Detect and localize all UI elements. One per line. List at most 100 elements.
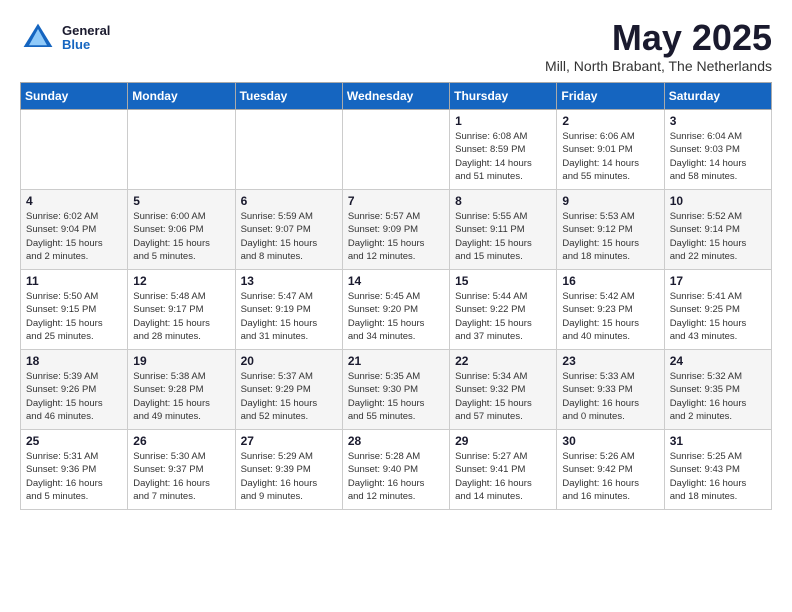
table-row: 2 Sunrise: 6:06 AMSunset: 9:01 PMDaylight… bbox=[557, 110, 664, 190]
table-row: 19 Sunrise: 5:38 AMSunset: 9:28 PMDayligh… bbox=[128, 350, 235, 430]
day-number: 3 bbox=[670, 114, 766, 128]
table-row: 15 Sunrise: 5:44 AMSunset: 9:22 PMDayligh… bbox=[450, 270, 557, 350]
table-row: 13Sunrise: 5:47 AMSunset: 9:19 PMDayligh… bbox=[235, 270, 342, 350]
day-info: Sunrise: 5:27 AMSunset: 9:41 PMDaylight:… bbox=[455, 450, 551, 503]
day-info: Sunrise: 6:00 AMSunset: 9:06 PMDaylight:… bbox=[133, 210, 229, 263]
table-row: 17Sunrise: 5:41 AMSunset: 9:25 PMDayligh… bbox=[664, 270, 771, 350]
header-saturday: Saturday bbox=[664, 83, 771, 110]
day-info: Sunrise: 5:50 AMSunset: 9:15 PMDaylight:… bbox=[26, 290, 122, 343]
table-row: 25 Sunrise: 5:31 AMSunset: 9:36 PMDayligh… bbox=[21, 430, 128, 510]
table-row: 8Sunrise: 5:55 AMSunset: 9:11 PMDaylight… bbox=[450, 190, 557, 270]
table-row: 10 Sunrise: 5:52 AMSunset: 9:14 PMDayligh… bbox=[664, 190, 771, 270]
day-info: Sunrise: 5:32 AMSunset: 9:35 PMDaylight:… bbox=[670, 370, 766, 423]
table-row: 23Sunrise: 5:33 AMSunset: 9:33 PMDayligh… bbox=[557, 350, 664, 430]
day-info: Sunrise: 6:06 AMSunset: 9:01 PMDaylight:… bbox=[562, 130, 658, 183]
table-row: 16 Sunrise: 5:42 AMSunset: 9:23 PMDayligh… bbox=[557, 270, 664, 350]
table-row bbox=[342, 110, 449, 190]
month-title: May 2025 bbox=[545, 20, 772, 56]
day-number: 4 bbox=[26, 194, 122, 208]
week-row-3: 11 Sunrise: 5:50 AMSunset: 9:15 PMDayligh… bbox=[21, 270, 772, 350]
day-info: Sunrise: 5:59 AMSunset: 9:07 PMDaylight:… bbox=[241, 210, 337, 263]
table-row: 3 Sunrise: 6:04 AMSunset: 9:03 PMDaylight… bbox=[664, 110, 771, 190]
day-info: Sunrise: 5:45 AMSunset: 9:20 PMDaylight:… bbox=[348, 290, 444, 343]
day-number: 11 bbox=[26, 274, 122, 288]
table-row: 18 Sunrise: 5:39 AMSunset: 9:26 PMDayligh… bbox=[21, 350, 128, 430]
day-info: Sunrise: 5:37 AMSunset: 9:29 PMDaylight:… bbox=[241, 370, 337, 423]
table-row: 26 Sunrise: 5:30 AMSunset: 9:37 PMDayligh… bbox=[128, 430, 235, 510]
logo: General Blue bbox=[20, 20, 110, 56]
header: General Blue May 2025 Mill, North Braban… bbox=[20, 20, 772, 74]
table-row: 29 Sunrise: 5:27 AMSunset: 9:41 PMDayligh… bbox=[450, 430, 557, 510]
day-number: 22 bbox=[455, 354, 551, 368]
calendar-container: General Blue May 2025 Mill, North Braban… bbox=[0, 0, 792, 520]
table-row: 20 Sunrise: 5:37 AMSunset: 9:29 PMDayligh… bbox=[235, 350, 342, 430]
weekday-header-row: Sunday Monday Tuesday Wednesday Thursday… bbox=[21, 83, 772, 110]
table-row: 1Sunrise: 6:08 AMSunset: 8:59 PMDaylight… bbox=[450, 110, 557, 190]
day-number: 19 bbox=[133, 354, 229, 368]
day-number: 10 bbox=[670, 194, 766, 208]
header-tuesday: Tuesday bbox=[235, 83, 342, 110]
day-number: 31 bbox=[670, 434, 766, 448]
header-thursday: Thursday bbox=[450, 83, 557, 110]
table-row: 28 Sunrise: 5:28 AMSunset: 9:40 PMDayligh… bbox=[342, 430, 449, 510]
logo-text: General Blue bbox=[62, 24, 110, 53]
day-info: Sunrise: 6:02 AMSunset: 9:04 PMDaylight:… bbox=[26, 210, 122, 263]
day-info: Sunrise: 5:47 AMSunset: 9:19 PMDaylight:… bbox=[241, 290, 337, 343]
day-info: Sunrise: 5:38 AMSunset: 9:28 PMDaylight:… bbox=[133, 370, 229, 423]
table-row: 5 Sunrise: 6:00 AMSunset: 9:06 PMDaylight… bbox=[128, 190, 235, 270]
day-number: 29 bbox=[455, 434, 551, 448]
table-row: 14Sunrise: 5:45 AMSunset: 9:20 PMDayligh… bbox=[342, 270, 449, 350]
day-number: 25 bbox=[26, 434, 122, 448]
day-info: Sunrise: 5:39 AMSunset: 9:26 PMDaylight:… bbox=[26, 370, 122, 423]
day-info: Sunrise: 5:26 AMSunset: 9:42 PMDaylight:… bbox=[562, 450, 658, 503]
week-row-1: 1Sunrise: 6:08 AMSunset: 8:59 PMDaylight… bbox=[21, 110, 772, 190]
day-number: 18 bbox=[26, 354, 122, 368]
logo-blue-text: Blue bbox=[62, 38, 110, 52]
day-number: 5 bbox=[133, 194, 229, 208]
logo-general-text: General bbox=[62, 24, 110, 38]
day-number: 21 bbox=[348, 354, 444, 368]
day-info: Sunrise: 5:44 AMSunset: 9:22 PMDaylight:… bbox=[455, 290, 551, 343]
day-info: Sunrise: 5:35 AMSunset: 9:30 PMDaylight:… bbox=[348, 370, 444, 423]
table-row: 27Sunrise: 5:29 AMSunset: 9:39 PMDayligh… bbox=[235, 430, 342, 510]
day-info: Sunrise: 5:25 AMSunset: 9:43 PMDaylight:… bbox=[670, 450, 766, 503]
week-row-2: 4 Sunrise: 6:02 AMSunset: 9:04 PMDaylight… bbox=[21, 190, 772, 270]
day-info: Sunrise: 5:28 AMSunset: 9:40 PMDaylight:… bbox=[348, 450, 444, 503]
day-number: 8 bbox=[455, 194, 551, 208]
title-block: May 2025 Mill, North Brabant, The Nether… bbox=[545, 20, 772, 74]
day-number: 9 bbox=[562, 194, 658, 208]
header-wednesday: Wednesday bbox=[342, 83, 449, 110]
table-row: 22 Sunrise: 5:34 AMSunset: 9:32 PMDayligh… bbox=[450, 350, 557, 430]
day-number: 15 bbox=[455, 274, 551, 288]
day-number: 1 bbox=[455, 114, 551, 128]
table-row: 6 Sunrise: 5:59 AMSunset: 9:07 PMDaylight… bbox=[235, 190, 342, 270]
table-row: 21 Sunrise: 5:35 AMSunset: 9:30 PMDayligh… bbox=[342, 350, 449, 430]
header-monday: Monday bbox=[128, 83, 235, 110]
day-info: Sunrise: 5:41 AMSunset: 9:25 PMDaylight:… bbox=[670, 290, 766, 343]
location: Mill, North Brabant, The Netherlands bbox=[545, 58, 772, 74]
table-row: 30Sunrise: 5:26 AMSunset: 9:42 PMDayligh… bbox=[557, 430, 664, 510]
day-number: 20 bbox=[241, 354, 337, 368]
day-number: 23 bbox=[562, 354, 658, 368]
day-info: Sunrise: 5:30 AMSunset: 9:37 PMDaylight:… bbox=[133, 450, 229, 503]
table-row: 4 Sunrise: 6:02 AMSunset: 9:04 PMDaylight… bbox=[21, 190, 128, 270]
table-row: 9 Sunrise: 5:53 AMSunset: 9:12 PMDaylight… bbox=[557, 190, 664, 270]
table-row: 31 Sunrise: 5:25 AMSunset: 9:43 PMDayligh… bbox=[664, 430, 771, 510]
day-info: Sunrise: 6:04 AMSunset: 9:03 PMDaylight:… bbox=[670, 130, 766, 183]
day-number: 24 bbox=[670, 354, 766, 368]
day-info: Sunrise: 5:31 AMSunset: 9:36 PMDaylight:… bbox=[26, 450, 122, 503]
day-info: Sunrise: 5:53 AMSunset: 9:12 PMDaylight:… bbox=[562, 210, 658, 263]
day-number: 26 bbox=[133, 434, 229, 448]
header-sunday: Sunday bbox=[21, 83, 128, 110]
day-number: 16 bbox=[562, 274, 658, 288]
logo-icon bbox=[20, 20, 56, 56]
day-number: 12 bbox=[133, 274, 229, 288]
day-number: 2 bbox=[562, 114, 658, 128]
day-info: Sunrise: 5:52 AMSunset: 9:14 PMDaylight:… bbox=[670, 210, 766, 263]
day-info: Sunrise: 5:57 AMSunset: 9:09 PMDaylight:… bbox=[348, 210, 444, 263]
day-info: Sunrise: 5:42 AMSunset: 9:23 PMDaylight:… bbox=[562, 290, 658, 343]
day-number: 28 bbox=[348, 434, 444, 448]
day-info: Sunrise: 5:34 AMSunset: 9:32 PMDaylight:… bbox=[455, 370, 551, 423]
day-number: 6 bbox=[241, 194, 337, 208]
table-row: 24 Sunrise: 5:32 AMSunset: 9:35 PMDayligh… bbox=[664, 350, 771, 430]
